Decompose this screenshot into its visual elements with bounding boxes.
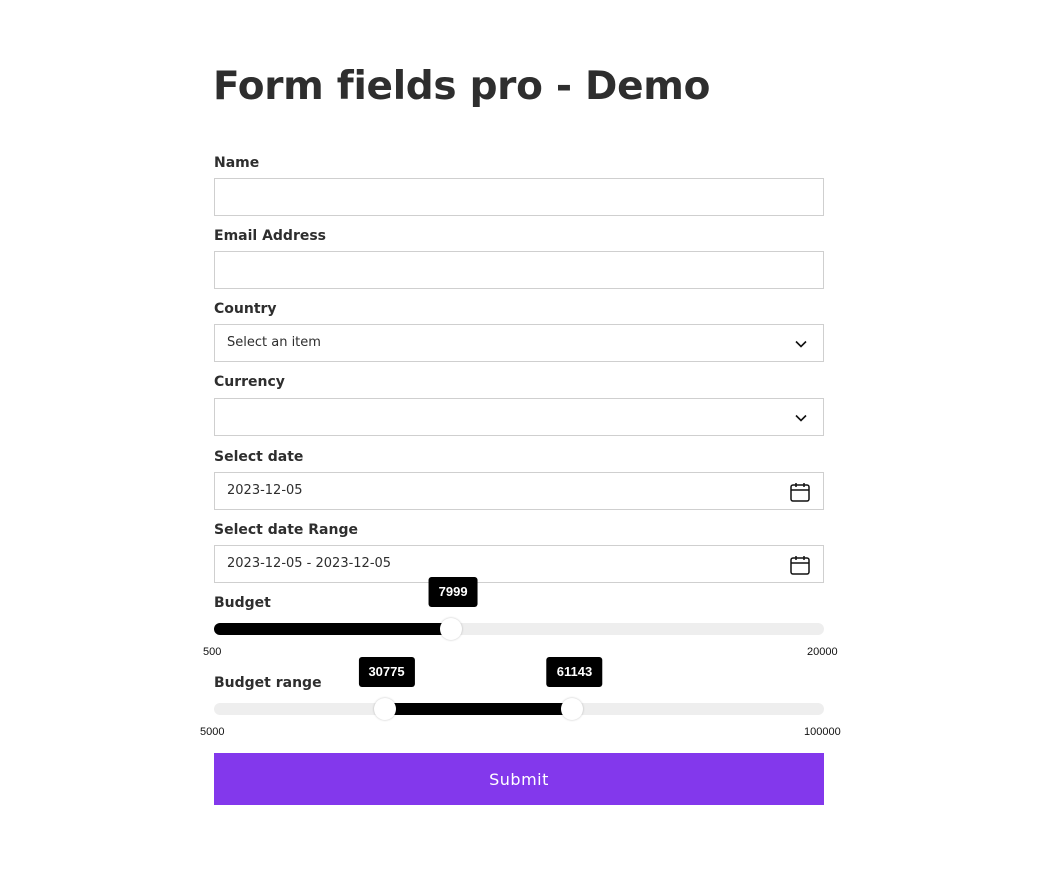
submit-button[interactable]: Submit [214, 753, 824, 805]
country-select[interactable]: Select an item [214, 324, 824, 362]
currency-label: Currency [214, 374, 285, 390]
calendar-icon[interactable] [789, 481, 811, 503]
country-label: Country [214, 301, 277, 317]
budget-range-min-label: 5000 [200, 726, 225, 738]
budget-range-high-handle[interactable] [561, 698, 584, 720]
budget-min-label: 500 [203, 646, 222, 658]
budget-value-tooltip: 7999 [428, 577, 478, 607]
budget-max-label: 20000 [807, 646, 838, 658]
budget-range-high-tooltip: 61143 [546, 657, 603, 687]
budget-slider[interactable]: 7999 [214, 577, 824, 640]
budget-slider-fill [214, 623, 452, 635]
currency-select[interactable] [214, 398, 824, 436]
date-input-value: 2023-12-05 [227, 483, 303, 498]
budget-range-low-handle[interactable] [373, 698, 396, 720]
budget-slider-handle[interactable] [440, 618, 463, 640]
email-input[interactable] [214, 251, 824, 289]
date-range-label: Select date Range [214, 522, 358, 538]
chevron-down-icon [795, 340, 807, 348]
name-label: Name [214, 155, 260, 171]
budget-range-slider[interactable]: 30775 61143 [214, 657, 824, 720]
date-input[interactable]: 2023-12-05 [214, 472, 824, 510]
calendar-icon[interactable] [789, 554, 811, 576]
date-range-input-value: 2023-12-05 - 2023-12-05 [227, 556, 392, 571]
budget-range-low-tooltip: 30775 [358, 657, 415, 687]
chevron-down-icon [795, 414, 807, 422]
name-input[interactable] [214, 178, 824, 216]
budget-range-label: Budget range [214, 675, 322, 691]
page-title: Form fields pro - Demo [213, 64, 711, 109]
budget-label: Budget [214, 595, 271, 611]
email-label: Email Address [214, 228, 327, 244]
country-select-value: Select an item [227, 335, 321, 350]
budget-range-slider-fill [384, 703, 573, 715]
budget-range-max-label: 100000 [804, 726, 841, 738]
date-label: Select date [214, 449, 304, 465]
date-range-input[interactable]: 2023-12-05 - 2023-12-05 [214, 545, 824, 583]
